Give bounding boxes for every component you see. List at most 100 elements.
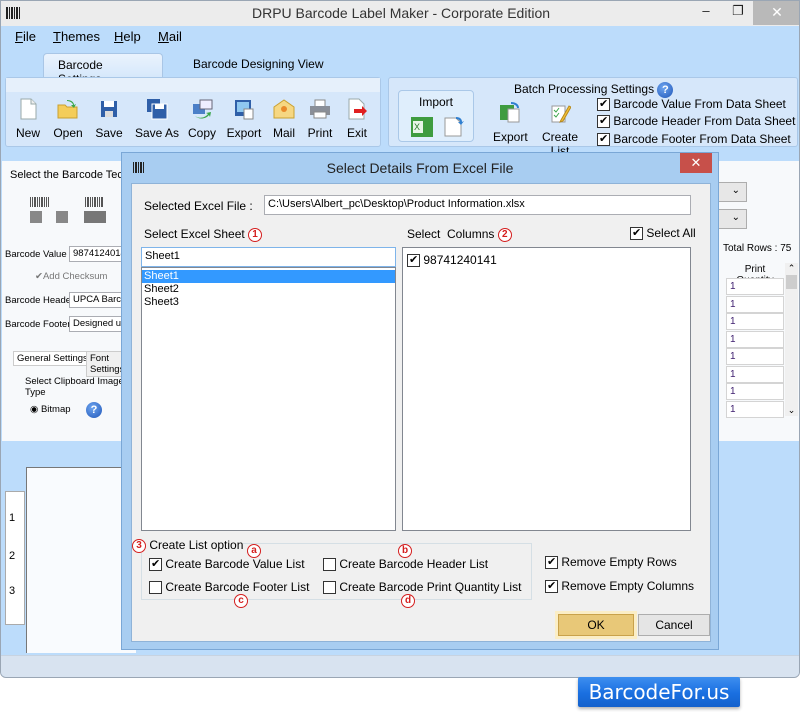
remove-empty-rows-checkbox[interactable]: Remove Empty Rows (545, 555, 677, 570)
menu-help[interactable]: Help (114, 29, 141, 44)
batch-help-icon[interactable]: ? (657, 82, 674, 98)
create-header-list-checkbox[interactable]: Create Barcode Header List (323, 557, 488, 572)
batch-processing-title: Batch Processing Settings ? (514, 82, 674, 98)
create-footer-list-checkbox[interactable]: Create Barcode Footer List (149, 580, 309, 595)
barcode-value-from-sheet-checkbox[interactable]: Barcode Value From Data Sheet (597, 97, 786, 112)
add-checksum-label: Add Checksum (42, 271, 108, 282)
mail-button[interactable]: Mail (270, 98, 298, 140)
save-button[interactable]: Save (94, 98, 124, 140)
print-quantity-cell[interactable]: 1 (726, 278, 784, 295)
barcode-header-from-sheet-checkbox[interactable]: Barcode Header From Data Sheet (597, 114, 795, 129)
print-quantity-cell[interactable]: 1 (726, 313, 784, 330)
create-print-quantity-list-checkbox[interactable]: Create Barcode Print Quantity List (323, 580, 521, 595)
print-quantity-cell[interactable]: 1 (726, 365, 784, 383)
create-value-list-checkbox[interactable]: Create Barcode Value List (149, 557, 305, 572)
scroll-down-icon[interactable]: ⌄ (785, 405, 798, 416)
print-quantity-cell[interactable]: 1 (726, 383, 784, 400)
batch-export-label: Export (493, 130, 528, 144)
sheet-combobox[interactable]: Sheet1 (141, 247, 396, 267)
save-as-button[interactable]: Save As (134, 98, 180, 140)
checkbox-box[interactable] (323, 558, 336, 572)
sheet-listbox[interactable]: Sheet1 Sheet2 Sheet3 (141, 267, 396, 531)
checkbox-box[interactable] (630, 226, 643, 241)
sheet-list-item[interactable]: Sheet2 (142, 283, 395, 296)
maximize-button[interactable]: ❐ (723, 3, 753, 27)
select-excel-details-dialog: Select Details From Excel File ✕ Selecte… (121, 152, 719, 650)
barcode-types-icon[interactable] (30, 197, 120, 227)
sheet-list-item[interactable]: Sheet3 (142, 296, 395, 309)
select-sheet-label: Select Excel Sheet (144, 227, 245, 241)
menu-themes[interactable]: Themes (53, 29, 100, 44)
bitmap-radio[interactable]: ◉ Bitmap (30, 404, 71, 415)
checkbox-box[interactable] (597, 132, 610, 147)
export-label: Export (226, 126, 262, 140)
printer-icon (310, 99, 330, 119)
tab-general-settings[interactable]: General Settings (13, 351, 92, 366)
select-columns-label: Select Columns (407, 227, 495, 241)
minimize-button[interactable]: – (691, 3, 721, 27)
add-checksum-checkbox[interactable]: ✔Add Checksum (35, 271, 107, 282)
batch-export-button[interactable]: Export (493, 102, 528, 144)
design-canvas[interactable] (26, 467, 136, 653)
close-window-button[interactable]: ✕ (753, 1, 799, 25)
barcode-footer-from-sheet-checkbox[interactable]: Barcode Footer From Data Sheet (597, 132, 791, 147)
checkbox-box[interactable] (597, 97, 610, 112)
scroll-up-icon[interactable]: ⌃ (785, 263, 798, 274)
vertical-ruler: 1 2 3 (5, 491, 25, 625)
dialog-close-button[interactable]: ✕ (680, 153, 712, 173)
ruler-mark: 3 (9, 585, 16, 597)
menu-bar: File Themes Help Mail (1, 26, 799, 48)
print-quantity-cell[interactable]: 1 (726, 400, 784, 418)
column-item[interactable]: 98741240141 (407, 253, 497, 268)
checkbox-label: Barcode Footer From Data Sheet (613, 132, 791, 146)
export-button[interactable]: Export (226, 98, 262, 140)
columns-listbox[interactable]: 98741240141 (402, 247, 691, 531)
open-button[interactable]: Open (52, 98, 84, 140)
barcode-value-input[interactable]: 98741240141 (69, 246, 129, 262)
clipboard-type-label: Select Clipboard Image Type (25, 376, 124, 398)
remove-empty-columns-checkbox[interactable]: Remove Empty Columns (545, 579, 694, 594)
create-list-button[interactable]: Create List (533, 102, 587, 158)
option-label: Create Barcode Value List (165, 557, 305, 571)
select-columns-heading: Select Columns 2 (407, 227, 512, 242)
checkbox-box[interactable] (149, 581, 162, 595)
selected-file-path-field[interactable]: C:\Users\Albert_pc\Desktop\Product Infor… (264, 195, 691, 215)
dialog-title-bar: Select Details From Excel File ✕ (122, 153, 718, 182)
checkbox-box[interactable] (545, 579, 558, 594)
print-quantity-cell[interactable]: 1 (726, 348, 784, 365)
scroll-thumb[interactable] (786, 275, 797, 289)
print-quantity-cell[interactable]: 1 (726, 295, 784, 313)
ok-button[interactable]: OK (558, 614, 634, 636)
print-button[interactable]: Print (306, 98, 334, 140)
menu-themes-rest: hemes (60, 29, 100, 44)
barcode-header-input[interactable]: UPCA Barcode (69, 292, 129, 308)
grid-scrollbar[interactable]: ⌃ ⌄ (785, 263, 798, 416)
new-button[interactable]: New (14, 98, 42, 140)
checkbox-box[interactable] (545, 555, 558, 570)
checkbox-box[interactable] (323, 581, 336, 595)
checkbox-box[interactable] (597, 114, 610, 129)
toolbar-ribbon: New Open Save Save As Copy Export Mail P… (5, 77, 381, 147)
clipboard-help-icon[interactable]: ? (86, 402, 102, 418)
print-quantity-cell[interactable]: 1 (726, 330, 784, 348)
svg-text:X: X (414, 122, 420, 132)
import-file-icon[interactable] (443, 115, 465, 137)
chevron-down-icon: ⌄ (731, 212, 740, 223)
barcode-footer-input[interactable]: Designed using (69, 316, 129, 332)
print-label: Print (307, 126, 333, 140)
barcode-header-label: Barcode Header: (5, 295, 77, 306)
tab-barcode-settings[interactable]: Barcode Settings (43, 53, 163, 86)
menu-file[interactable]: File (15, 29, 36, 44)
menu-mail[interactable]: Mail (158, 29, 182, 44)
sheet-list-item[interactable]: Sheet1 (142, 270, 395, 283)
cancel-button[interactable]: Cancel (638, 614, 710, 636)
select-all-checkbox[interactable]: Select All (630, 226, 696, 241)
copy-button[interactable]: Copy (186, 98, 218, 140)
batch-processing-ribbon: Import X Batch Processing Settings ? Exp… (388, 77, 798, 158)
import-excel-icon[interactable]: X (411, 117, 433, 137)
checkbox-box[interactable] (149, 557, 162, 572)
exit-button[interactable]: Exit (344, 98, 370, 140)
checkbox-box[interactable] (407, 253, 420, 268)
tab-barcode-designing-view[interactable]: Barcode Designing View (179, 53, 338, 77)
ribbon-strip (6, 78, 380, 92)
